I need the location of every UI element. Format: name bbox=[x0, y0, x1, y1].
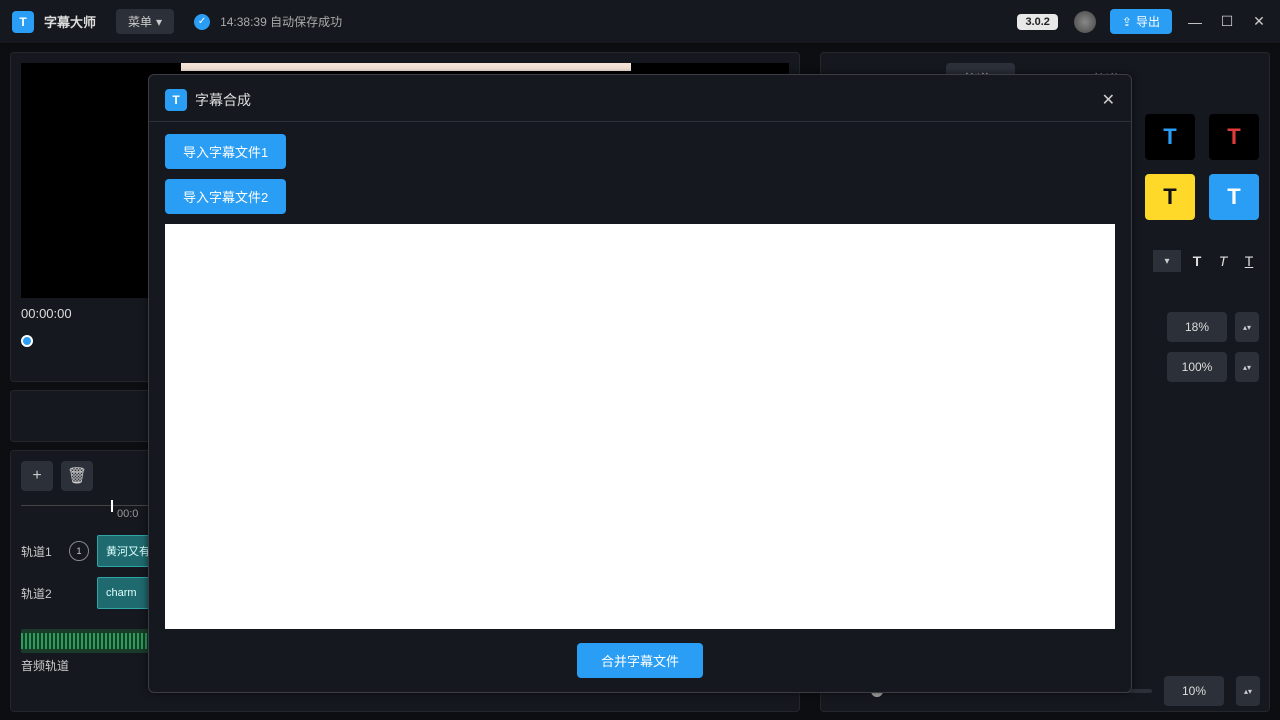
dialog-title: 字幕合成 bbox=[195, 90, 251, 110]
dialog-close-button[interactable]: ✕ bbox=[1102, 90, 1115, 110]
import-file-2-button[interactable]: 导入字幕文件2 bbox=[165, 179, 286, 214]
import-file-1-button[interactable]: 导入字幕文件1 bbox=[165, 134, 286, 169]
dialog-logo-icon: T bbox=[165, 89, 187, 111]
subtitle-merge-dialog: T 字幕合成 ✕ 导入字幕文件1 导入字幕文件2 合并字幕文件 bbox=[148, 74, 1132, 693]
modal-backdrop: T 字幕合成 ✕ 导入字幕文件1 导入字幕文件2 合并字幕文件 bbox=[0, 0, 1280, 720]
merge-button[interactable]: 合并字幕文件 bbox=[577, 643, 703, 678]
merge-preview-area[interactable] bbox=[165, 224, 1115, 629]
